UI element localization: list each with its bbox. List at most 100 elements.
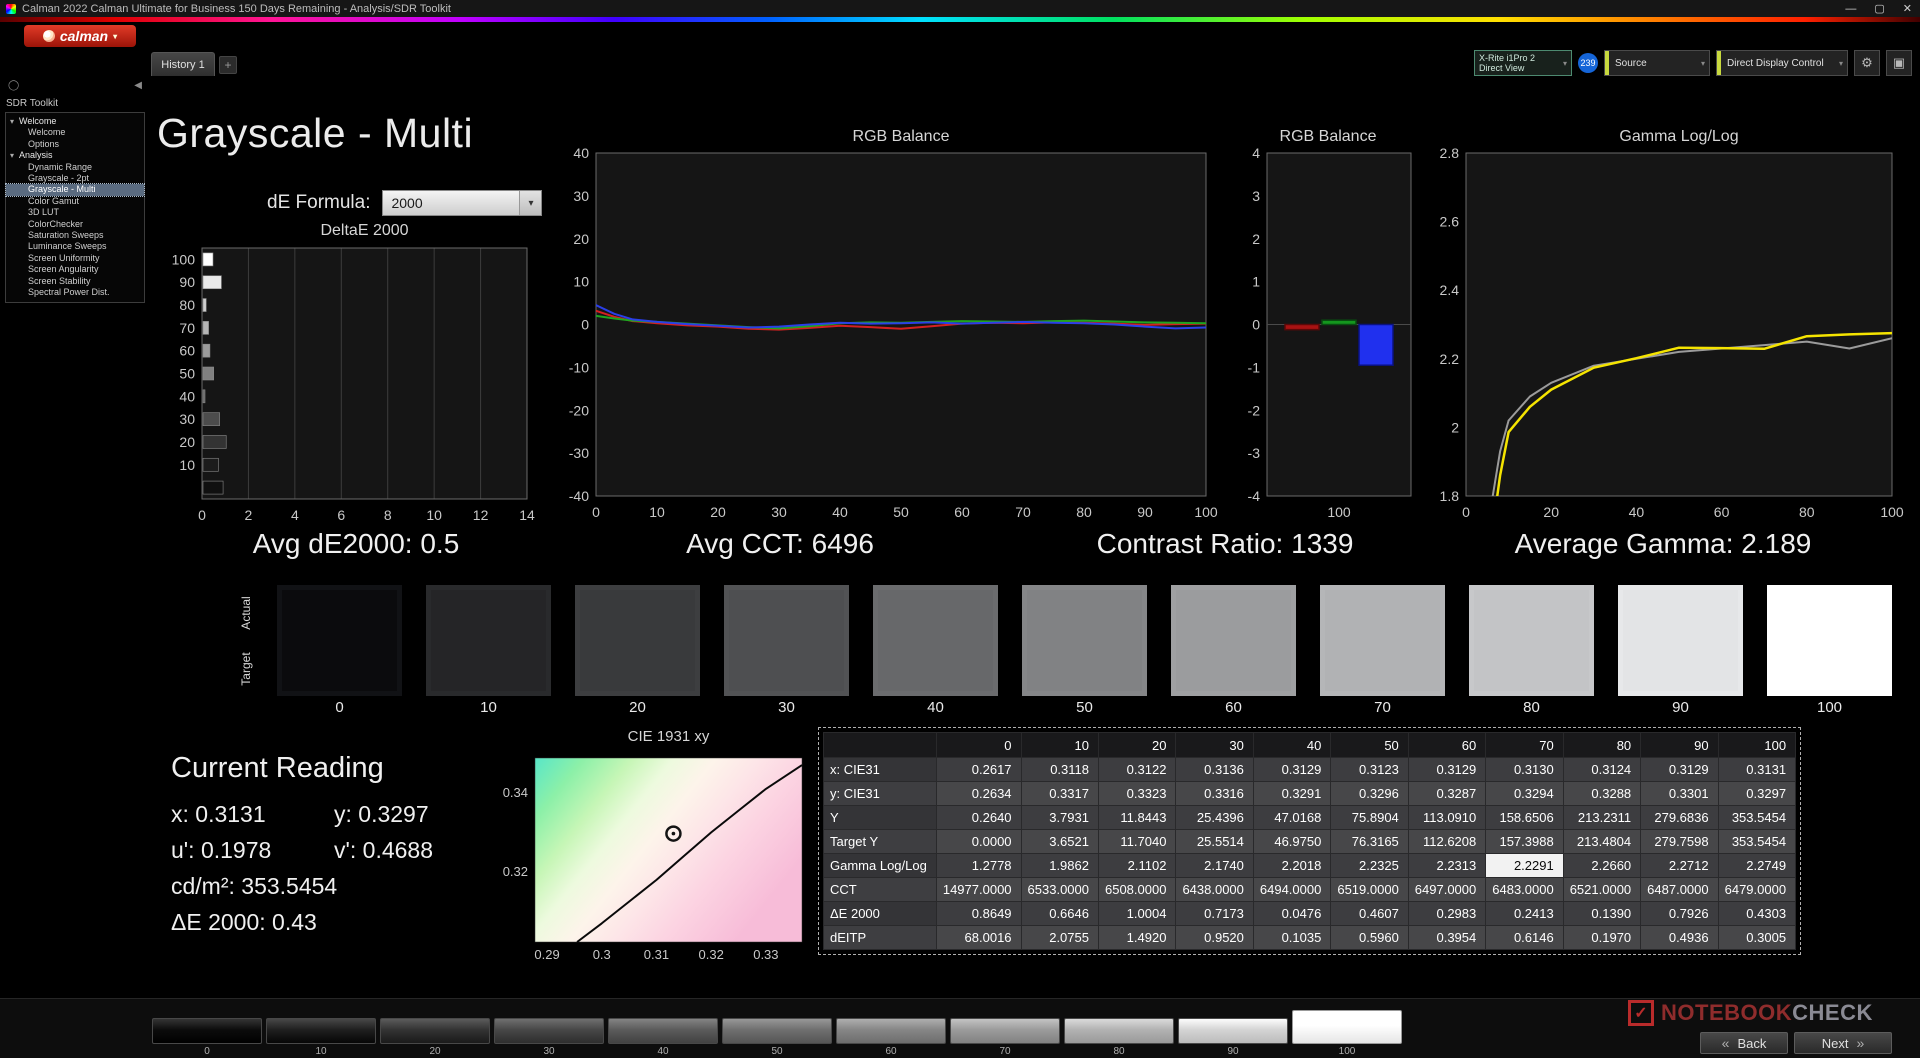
table-cell[interactable]: 6497.0000 — [1407, 877, 1487, 902]
table-cell[interactable]: 0.5960 — [1330, 925, 1409, 950]
table-cell[interactable]: 0.9520 — [1175, 925, 1254, 950]
table-cell[interactable]: 0.4936 — [1640, 925, 1719, 950]
table-cell[interactable]: 0.3316 — [1175, 781, 1254, 806]
table-cell[interactable]: 76.3165 — [1330, 829, 1409, 854]
table-cell[interactable]: 0.2634 — [935, 781, 1022, 806]
level-button-100[interactable] — [1292, 1010, 1402, 1044]
level-button-70[interactable] — [950, 1018, 1060, 1044]
tree-group-welcome[interactable]: ▾ Welcome — [6, 116, 144, 127]
table-cell[interactable]: 1.9862 — [1020, 853, 1099, 878]
table-cell[interactable]: 0.7173 — [1175, 901, 1254, 926]
sidebar-item-grayscale-2pt[interactable]: Grayscale - 2pt — [6, 173, 144, 184]
table-cell[interactable]: 0.3288 — [1562, 781, 1642, 806]
sidebar-item-dynamic-range[interactable]: Dynamic Range — [6, 162, 144, 173]
table-cell[interactable]: 0.3118 — [1020, 757, 1099, 782]
table-cell[interactable]: 6508.0000 — [1097, 877, 1177, 902]
table-cell[interactable]: 0.3291 — [1252, 781, 1332, 806]
table-cell[interactable]: 11.7040 — [1097, 829, 1177, 854]
table-cell[interactable]: 279.6836 — [1640, 805, 1719, 830]
table-cell[interactable]: 0.3301 — [1640, 781, 1719, 806]
level-button-40[interactable] — [608, 1018, 718, 1044]
table-cell[interactable]: 0.3317 — [1020, 781, 1099, 806]
table-cell[interactable]: 0.3296 — [1330, 781, 1409, 806]
table-cell[interactable]: 0.7926 — [1640, 901, 1719, 926]
table-cell[interactable]: 0.3287 — [1407, 781, 1487, 806]
table-cell[interactable]: 0.6146 — [1485, 925, 1564, 950]
sidebar-item-colorchecker[interactable]: ColorChecker — [6, 219, 144, 230]
sidebar-item-welcome[interactable]: Welcome — [6, 127, 144, 138]
sidebar-item-screen-uniformity[interactable]: Screen Uniformity — [6, 253, 144, 264]
table-cell[interactable]: 47.0168 — [1252, 805, 1332, 830]
table-cell[interactable]: 14977.0000 — [935, 877, 1022, 902]
sidebar-item-saturation-sweeps[interactable]: Saturation Sweeps — [6, 230, 144, 241]
table-cell[interactable]: 0.6646 — [1020, 901, 1099, 926]
table-cell[interactable]: 0.3954 — [1407, 925, 1487, 950]
table-cell[interactable]: 2.1102 — [1097, 853, 1177, 878]
add-tab-button[interactable]: + — [219, 56, 237, 74]
table-cell[interactable]: 2.2325 — [1330, 853, 1409, 878]
table-cell[interactable]: 25.5514 — [1175, 829, 1254, 854]
display-icon[interactable]: ▣ — [1886, 50, 1912, 76]
table-cell[interactable]: 0.3136 — [1175, 757, 1254, 782]
tab-history-1[interactable]: History 1 — [151, 52, 215, 76]
calman-logo-button[interactable]: calman ▾ — [24, 25, 136, 47]
table-cell[interactable]: 6483.0000 — [1485, 877, 1564, 902]
level-button-30[interactable] — [494, 1018, 604, 1044]
table-cell[interactable]: 0.2617 — [935, 757, 1022, 782]
table-cell[interactable]: 6479.0000 — [1717, 877, 1797, 902]
meter-dropdown[interactable]: X-Rite i1Pro 2 Direct View ▾ — [1474, 50, 1572, 76]
table-cell[interactable]: 3.6521 — [1020, 829, 1099, 854]
table-cell[interactable]: 25.4396 — [1175, 805, 1254, 830]
table-cell[interactable]: 0.3131 — [1717, 757, 1797, 782]
close-button[interactable]: ✕ — [1903, 2, 1912, 15]
table-cell[interactable]: 0.3129 — [1640, 757, 1719, 782]
table-cell[interactable]: 0.3124 — [1562, 757, 1642, 782]
de-formula-dropdown[interactable]: 2000 ▾ — [382, 190, 543, 216]
table-cell[interactable]: 0.2640 — [935, 805, 1022, 830]
sidebar-item-luminance-sweeps[interactable]: Luminance Sweeps — [6, 241, 144, 252]
table-cell[interactable]: 158.6506 — [1485, 805, 1564, 830]
display-control-dropdown[interactable]: Direct Display Control ▾ — [1716, 50, 1848, 76]
table-cell[interactable]: 353.5454 — [1717, 805, 1797, 830]
table-cell[interactable]: 2.0755 — [1020, 925, 1099, 950]
table-cell[interactable]: 0.3122 — [1097, 757, 1177, 782]
table-cell[interactable]: 6487.0000 — [1640, 877, 1719, 902]
level-button-0[interactable] — [152, 1018, 262, 1044]
table-cell[interactable]: 0.4607 — [1330, 901, 1409, 926]
table-cell[interactable]: 0.3323 — [1097, 781, 1177, 806]
table-cell[interactable]: 113.0910 — [1407, 805, 1487, 830]
table-cell[interactable]: 279.7598 — [1640, 829, 1719, 854]
table-cell[interactable]: 0.2413 — [1485, 901, 1564, 926]
table-cell[interactable]: 0.0476 — [1252, 901, 1332, 926]
sidebar-item-color-gamut[interactable]: Color Gamut — [6, 196, 144, 207]
table-cell[interactable]: 0.3297 — [1717, 781, 1797, 806]
table-cell[interactable]: 0.3130 — [1485, 757, 1564, 782]
table-cell[interactable]: 0.3129 — [1252, 757, 1332, 782]
sidebar-item-3d-lut[interactable]: 3D LUT — [6, 207, 144, 218]
table-cell[interactable]: 11.8443 — [1097, 805, 1177, 830]
level-button-50[interactable] — [722, 1018, 832, 1044]
table-cell[interactable]: 0.1035 — [1252, 925, 1332, 950]
table-cell[interactable]: 6438.0000 — [1175, 877, 1254, 902]
table-cell[interactable]: 0.3005 — [1717, 925, 1797, 950]
table-cell[interactable]: 0.3294 — [1485, 781, 1564, 806]
table-cell[interactable]: 46.9750 — [1252, 829, 1332, 854]
table-cell[interactable]: 3.7931 — [1020, 805, 1099, 830]
table-cell[interactable]: 0.4303 — [1717, 901, 1797, 926]
table-cell[interactable]: 213.4804 — [1562, 829, 1642, 854]
table-cell[interactable]: 6521.0000 — [1562, 877, 1642, 902]
table-cell[interactable]: 2.2749 — [1717, 853, 1797, 878]
sidebar-menu-icon[interactable]: ◯ — [8, 80, 19, 91]
table-cell[interactable]: 157.3988 — [1485, 829, 1564, 854]
level-button-90[interactable] — [1178, 1018, 1288, 1044]
table-cell[interactable]: 2.1740 — [1175, 853, 1254, 878]
table-cell[interactable]: 0.8649 — [935, 901, 1022, 926]
table-cell[interactable]: 0.1390 — [1562, 901, 1642, 926]
source-dropdown[interactable]: Source ▾ — [1604, 50, 1710, 76]
level-button-20[interactable] — [380, 1018, 490, 1044]
back-button[interactable]: « Back — [1700, 1032, 1788, 1054]
table-cell[interactable]: 0.1970 — [1562, 925, 1642, 950]
sidebar-item-screen-angularity[interactable]: Screen Angularity — [6, 264, 144, 275]
table-cell[interactable]: 6519.0000 — [1330, 877, 1409, 902]
table-cell[interactable]: 112.6208 — [1407, 829, 1487, 854]
